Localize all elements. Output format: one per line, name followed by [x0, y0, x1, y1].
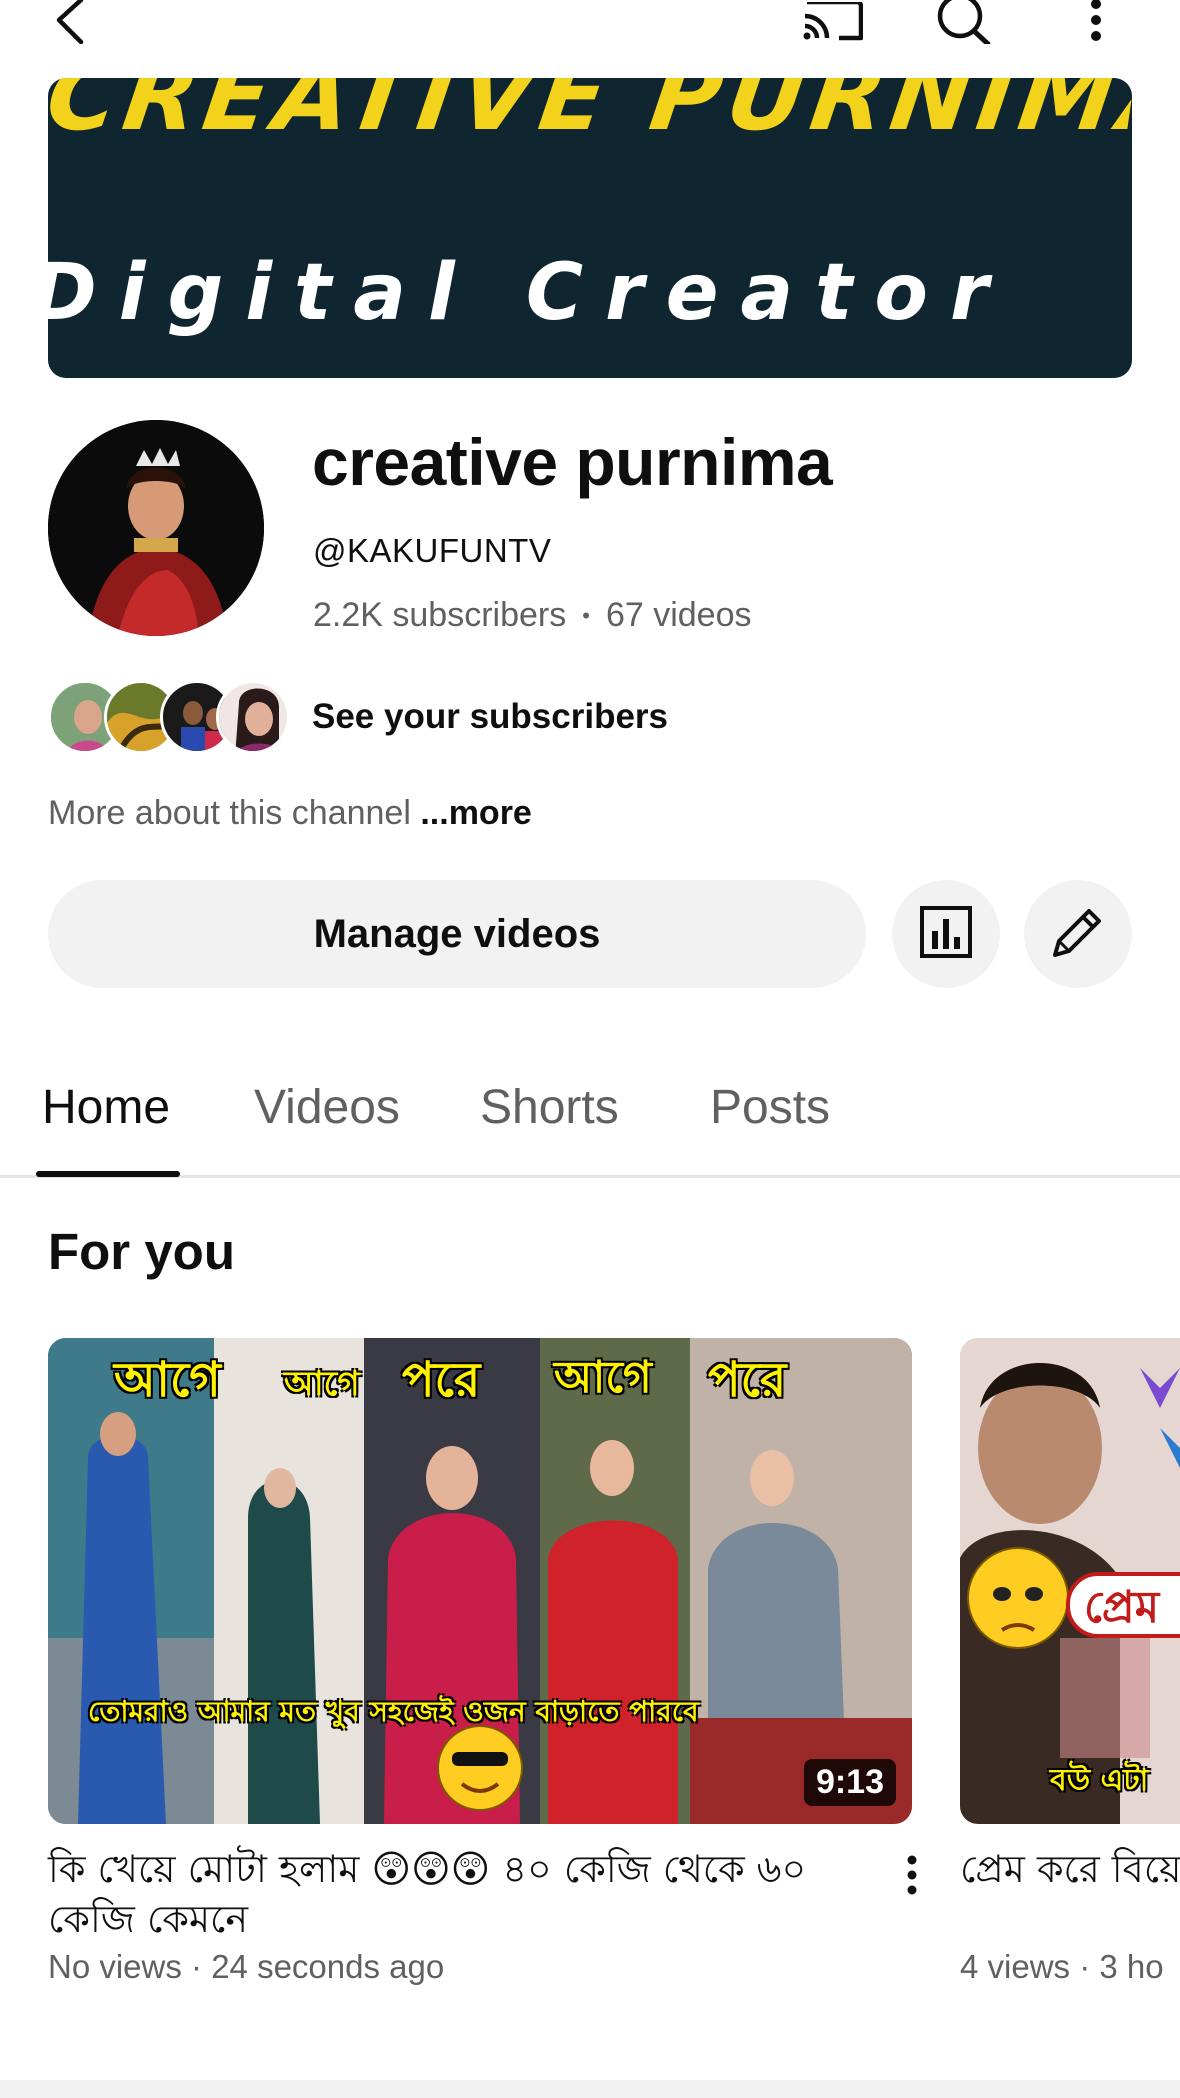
see-subscribers-row[interactable]: See your subscribers — [48, 678, 748, 756]
video-count: 67 videos — [605, 596, 752, 634]
avatar — [216, 680, 290, 754]
thumb-label: আগে — [554, 1352, 652, 1403]
more-link[interactable]: ...more — [420, 794, 531, 832]
active-tab-indicator — [36, 1171, 180, 1177]
video-title[interactable]: প্রেম করে বিয়ে আবদার মেটা — [960, 1844, 1180, 1894]
analytics-button[interactable] — [892, 880, 1000, 988]
thumb-label: পরে — [708, 1352, 787, 1408]
thumb-caption: তোমরাও আমার মত খুব সহজেই ওজন বাড়াতে পার… — [88, 1695, 699, 1728]
thumb-label: প্রেম — [1084, 1582, 1160, 1633]
video-duration: 9:13 — [803, 1759, 896, 1806]
tab-shorts[interactable]: Shorts — [480, 1080, 619, 1135]
subscriber-count: 2.2K subscribers — [313, 596, 567, 634]
video-meta: 4 views · 3 ho — [960, 1948, 1164, 1985]
tab-posts[interactable]: Posts — [710, 1080, 830, 1135]
section-title: For you — [48, 1223, 235, 1280]
banner-headline: CREATIVE PURNIMA — [48, 78, 1132, 152]
channel-tabs: Home Videos Shorts Posts — [0, 1050, 1180, 1178]
tab-home[interactable]: Home — [42, 1080, 170, 1135]
cast-icon[interactable] — [796, 0, 866, 44]
more-vert-icon[interactable] — [1078, 0, 1114, 44]
more-about-text: More about this channel — [48, 794, 411, 832]
channel-handle: @KAKUFUNTV — [313, 532, 552, 569]
thumb-caption: বউ এটা — [1050, 1763, 1149, 1798]
bottom-divider — [0, 2080, 1180, 2098]
channel-stats: 2.2K subscribers • 67 videos — [313, 596, 751, 635]
back-arrow-icon[interactable] — [46, 0, 96, 44]
channel-description[interactable]: More about this channel ...more — [48, 794, 532, 833]
top-app-bar — [0, 0, 1180, 70]
manage-videos-button[interactable]: Manage videos — [48, 880, 866, 988]
banner-subtitle: Digital Creator — [48, 248, 1011, 338]
channel-name: creative purnima — [312, 425, 833, 499]
analytics-icon — [919, 905, 973, 964]
thumb-label: আগে — [114, 1352, 221, 1408]
video-title[interactable]: কি খেয়ে মোটা হলাম 😲😲😲 ৪০ কেজি থেকে ৬০ ক… — [48, 1844, 888, 1944]
edit-channel-button[interactable] — [1024, 880, 1132, 988]
see-subscribers-label: See your subscribers — [312, 697, 668, 736]
subscriber-avatars — [48, 678, 290, 756]
tab-videos[interactable]: Videos — [254, 1080, 400, 1135]
pencil-icon — [1049, 903, 1107, 966]
more-vert-icon — [906, 1855, 918, 1900]
search-icon[interactable] — [932, 0, 996, 44]
video-thumbnail[interactable]: আগে আগে পরে আগে পরে তোমরাও আমার মত খুব স… — [48, 1338, 912, 1824]
video-meta: No views · 24 seconds ago — [48, 1948, 445, 1985]
stat-separator: • — [582, 602, 590, 628]
thumb-label: আগে — [284, 1364, 360, 1404]
thumb-label: পরে — [402, 1352, 481, 1408]
channel-avatar[interactable] — [48, 420, 264, 636]
video-thumbnail[interactable]: প্রেম বউ এটা — [960, 1338, 1180, 1824]
video-menu-button[interactable] — [894, 1852, 930, 1902]
channel-banner[interactable]: CREATIVE PURNIMA Digital Creator — [48, 78, 1132, 378]
